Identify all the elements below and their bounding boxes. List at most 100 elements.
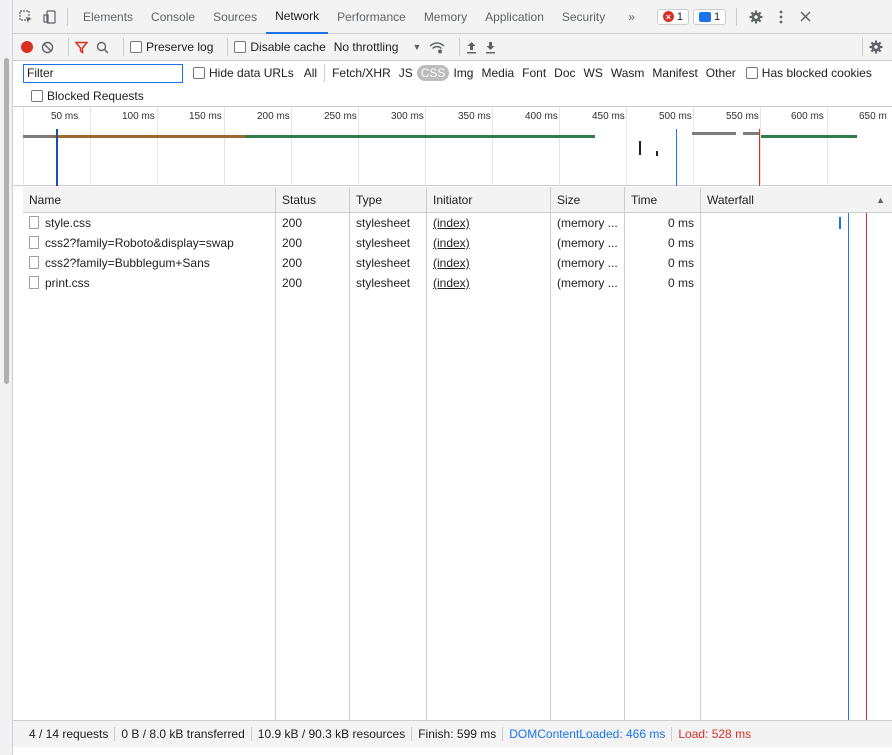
sort-ascending-icon[interactable]: ▲: [876, 187, 885, 213]
tab-elements[interactable]: Elements: [74, 0, 142, 34]
type-filter-ws[interactable]: WS: [580, 65, 607, 81]
timeline-gridline: [626, 107, 627, 186]
cell-name[interactable]: css2?family=Roboto&display=swap: [23, 233, 276, 253]
tab-console[interactable]: Console: [142, 0, 204, 34]
settings-gear-icon[interactable]: [743, 0, 769, 34]
inspect-element-icon[interactable]: [13, 0, 39, 34]
type-filter-wasm[interactable]: Wasm: [607, 65, 649, 81]
record-button[interactable]: [21, 41, 33, 53]
settings-gear-icon: [869, 40, 883, 54]
table-row[interactable]: css2?family=Roboto&display=swap 200 styl…: [23, 233, 892, 253]
cell-name[interactable]: print.css: [23, 273, 276, 293]
network-overview-timeline[interactable]: 50 ms 100 ms 150 ms 200 ms 250 ms 300 ms…: [13, 107, 892, 186]
more-tabs-button[interactable]: »: [614, 0, 649, 34]
messages-badge[interactable]: 1: [693, 8, 727, 25]
cell-type: stylesheet: [350, 253, 427, 273]
overview-bar: [761, 135, 857, 138]
error-icon: ×: [662, 11, 674, 22]
type-filter-font[interactable]: Font: [518, 65, 550, 81]
tick-label: 550 ms: [726, 111, 759, 122]
type-filter-manifest[interactable]: Manifest: [648, 65, 701, 81]
tab-memory[interactable]: Memory: [415, 0, 476, 34]
checkbox-box[interactable]: [193, 67, 205, 79]
column-header-type[interactable]: Type: [350, 187, 427, 213]
column-header-name[interactable]: Name: [23, 187, 276, 213]
toolbar-separator: [862, 38, 863, 56]
table-row[interactable]: css2?family=Bubblegum+Sans 200 styleshee…: [23, 253, 892, 273]
dom-content-loaded-marker: [676, 129, 677, 186]
type-filter-media[interactable]: Media: [477, 65, 518, 81]
cell-size: (memory ...: [551, 273, 625, 293]
column-header-size[interactable]: Size: [551, 187, 625, 213]
load-time: Load: 528 ms: [678, 727, 752, 741]
table-header: Name Status Type Initiator Size Time Wat…: [23, 187, 892, 213]
close-icon[interactable]: [793, 0, 817, 34]
throttling-value: No throttling: [333, 40, 399, 54]
cell-size: (memory ...: [551, 213, 625, 233]
column-header-waterfall[interactable]: Waterfall ▲: [701, 187, 892, 213]
network-conditions-button[interactable]: [429, 41, 445, 54]
cell-name[interactable]: css2?family=Bubblegum+Sans: [23, 253, 276, 273]
cell-name[interactable]: style.css: [23, 213, 276, 233]
import-har-button[interactable]: [466, 41, 477, 54]
upload-icon: [467, 41, 477, 53]
tab-performance[interactable]: Performance: [328, 0, 415, 34]
checkbox-box[interactable]: [745, 67, 758, 79]
has-blocked-cookies-checkbox[interactable]: Has blocked cookies: [745, 66, 872, 80]
column-header-status[interactable]: Status: [276, 187, 350, 213]
throttling-select[interactable]: No throttling ▼: [334, 40, 422, 54]
tabbar-separator: [67, 7, 68, 26]
type-filter-doc[interactable]: Doc: [550, 65, 579, 81]
tabbar-separator: [736, 7, 738, 26]
table-row[interactable]: print.css 200 stylesheet (index) (memory…: [23, 273, 892, 293]
filter-toggle-button[interactable]: [75, 41, 88, 54]
cell-type: stylesheet: [350, 273, 427, 293]
tick-label: 650 m: [859, 111, 887, 122]
cell-status: 200: [276, 233, 350, 253]
filter-input[interactable]: [23, 63, 183, 83]
scrollbar-thumb[interactable]: [4, 58, 9, 384]
errors-badge[interactable]: × 1: [656, 8, 690, 25]
timeline-cursor-marker: [56, 129, 58, 186]
type-filter-all[interactable]: All: [300, 65, 321, 81]
tab-sources[interactable]: Sources: [204, 0, 266, 34]
preserve-log-checkbox[interactable]: Preserve log: [130, 40, 213, 54]
clear-button[interactable]: [41, 41, 54, 54]
filter-bar: Hide data URLs All Fetch/XHR JS CSS Img …: [13, 61, 892, 85]
initiator-link[interactable]: (index): [433, 236, 470, 250]
left-scrollbar[interactable]: [0, 0, 12, 755]
checkbox-box[interactable]: [130, 41, 142, 53]
cell-initiator: (index): [427, 233, 551, 253]
type-filter-css[interactable]: CSS: [416, 65, 450, 81]
disable-cache-checkbox[interactable]: Disable cache: [234, 40, 326, 54]
column-header-initiator[interactable]: Initiator: [427, 187, 551, 213]
type-filter-img[interactable]: Img: [449, 65, 477, 81]
initiator-link[interactable]: (index): [433, 256, 470, 270]
kebab-menu-icon[interactable]: [769, 0, 793, 34]
column-header-time[interactable]: Time: [625, 187, 701, 213]
finish-time: Finish: 599 ms: [412, 727, 504, 741]
clear-icon: [41, 41, 54, 53]
tab-security[interactable]: Security: [553, 0, 614, 34]
checkbox-box[interactable]: [234, 41, 247, 53]
initiator-link[interactable]: (index): [433, 216, 470, 230]
cell-type: stylesheet: [350, 213, 427, 233]
hide-data-urls-checkbox[interactable]: Hide data URLs: [193, 66, 294, 80]
tick-label: 500 ms: [659, 111, 692, 122]
type-filter-fetch-xhr[interactable]: Fetch/XHR: [328, 65, 395, 81]
cell-time: 0 ms: [625, 273, 701, 293]
blocked-requests-checkbox[interactable]: Blocked Requests: [31, 89, 144, 103]
tab-network[interactable]: Network: [266, 0, 329, 34]
export-har-button[interactable]: [485, 41, 496, 54]
search-button[interactable]: [96, 41, 109, 54]
network-settings-button[interactable]: [869, 40, 883, 54]
initiator-link[interactable]: (index): [433, 276, 470, 290]
table-row[interactable]: style.css 200 stylesheet (index) (memory…: [23, 213, 892, 233]
checkbox-box[interactable]: [31, 89, 43, 102]
tick-label: 400 ms: [525, 111, 558, 122]
type-filter-other[interactable]: Other: [702, 65, 740, 81]
messages-count: 1: [714, 10, 721, 23]
tab-application[interactable]: Application: [476, 0, 553, 34]
device-toolbar-icon[interactable]: [39, 0, 61, 34]
type-filter-js[interactable]: JS: [395, 65, 417, 81]
